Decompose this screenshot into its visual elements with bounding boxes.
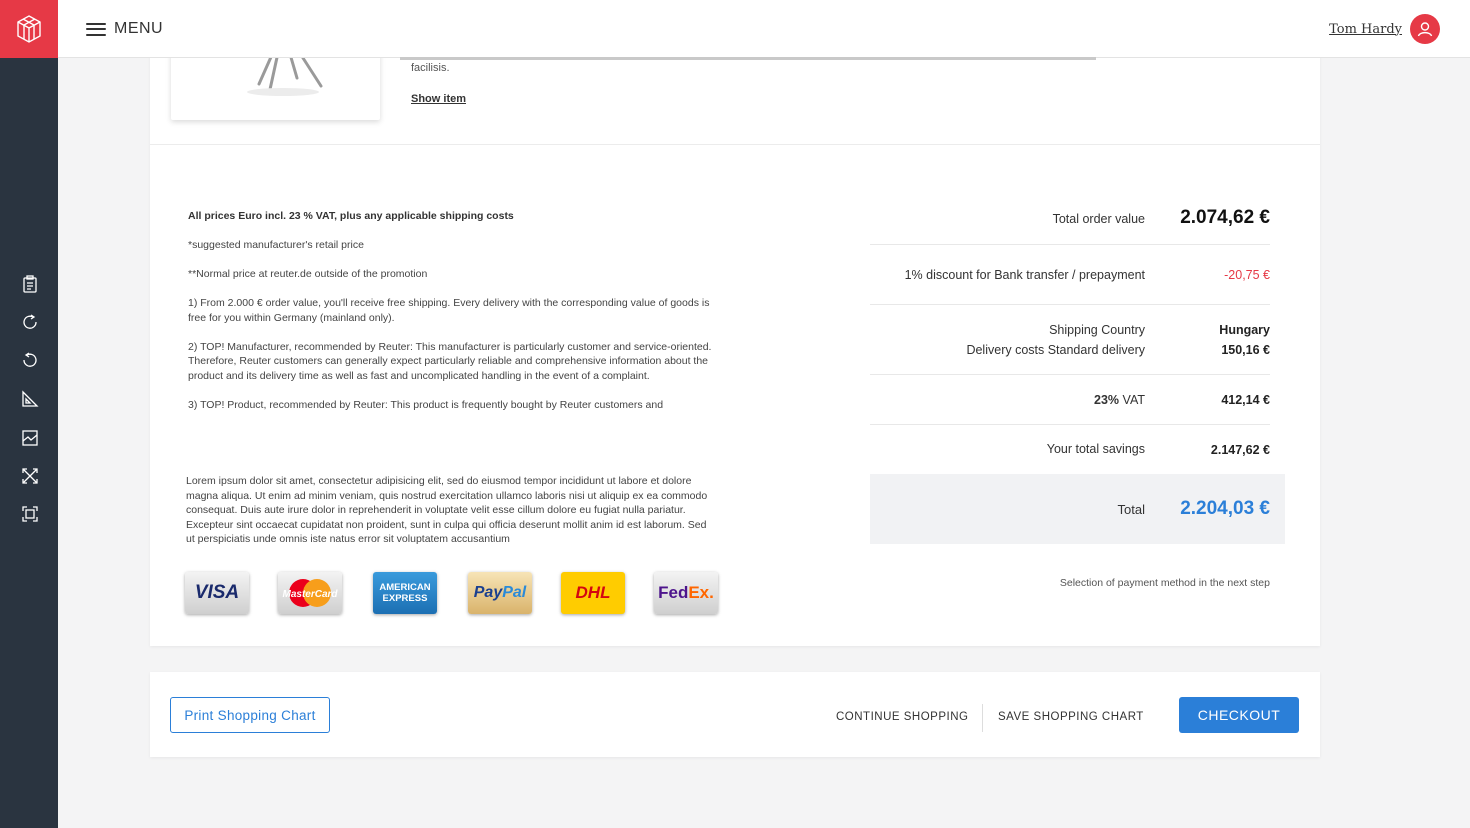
- menu-label: MENU: [114, 20, 164, 37]
- set-square-icon[interactable]: [20, 389, 40, 409]
- payment-method-note: Selection of payment method in the next …: [1059, 577, 1270, 589]
- show-item-link[interactable]: Show item: [411, 93, 466, 105]
- amex-line2: EXPRESS: [382, 593, 428, 604]
- discount-value: -20,75 €: [1224, 268, 1270, 282]
- lorem-text: Lorem ipsum dolor sit amet, consectetur …: [186, 475, 708, 545]
- savings-value: 2.147,62 €: [1210, 443, 1270, 457]
- mastercard-circles-icon: MasterCard: [282, 579, 338, 607]
- print-shopping-chart-button[interactable]: Print Shopping Chart: [170, 697, 330, 733]
- total-order-label: Total order value: [1052, 212, 1145, 226]
- cart-actions: Print Shopping Chart CONTINUE SHOPPING S…: [150, 672, 1320, 757]
- continue-shopping-button[interactable]: CONTINUE SHOPPING: [836, 711, 968, 723]
- paypal-text-b: Pal: [502, 584, 527, 601]
- summary-row-vat: 23% VAT 412,14 €: [870, 375, 1270, 425]
- vat-value: 412,14 €: [1221, 393, 1270, 407]
- clipboard-icon[interactable]: [20, 274, 40, 294]
- fedex-text-b: Ex.: [688, 583, 714, 602]
- user-name-link[interactable]: Tom Hardy: [1329, 22, 1402, 37]
- product-description: facilisis.: [411, 62, 450, 74]
- payment-logos: VISA MasterCard AMERICAN EXPRESS Pay Pal …: [185, 572, 725, 616]
- sidebar: [0, 58, 58, 828]
- delivery-costs-label: Delivery costs Standard delivery: [966, 343, 1145, 357]
- divider: [982, 704, 983, 732]
- hamburger-icon: [86, 22, 106, 36]
- vat-rate: 23%: [1094, 393, 1120, 407]
- redo-icon[interactable]: [20, 312, 40, 332]
- visa-text: VISA: [194, 582, 240, 603]
- summary-row-total-order: Total order value 2.074,62 €: [870, 190, 1270, 245]
- total-label: Total: [1117, 502, 1145, 517]
- expand-arrows-icon[interactable]: [20, 466, 40, 486]
- delivery-costs-value: 150,16 €: [1221, 343, 1270, 357]
- vat-label: 23% VAT: [1094, 393, 1145, 407]
- normal-price-note: **Normal price at reuter.de outside of t…: [188, 268, 428, 280]
- mastercard-logo: MasterCard: [278, 572, 342, 614]
- shipping-country-label: Shipping Country: [1049, 323, 1145, 337]
- menu-button[interactable]: MENU: [86, 20, 163, 38]
- vat-text: VAT: [1122, 393, 1145, 407]
- amex-logo: AMERICAN EXPRESS: [373, 572, 437, 614]
- top-bar: MENU Tom Hardy: [0, 0, 1470, 60]
- cube-logo-icon: [17, 15, 41, 43]
- scroll-indicator: [400, 57, 1096, 60]
- save-shopping-chart-button[interactable]: SAVE SHOPPING CHART: [998, 711, 1144, 723]
- fit-frame-icon[interactable]: [20, 504, 40, 524]
- user-icon: [1417, 22, 1433, 37]
- user-menu[interactable]: Tom Hardy: [1329, 14, 1440, 44]
- summary-row-discount: 1% discount for Bank transfer / prepayme…: [870, 245, 1270, 305]
- total-value: 2.204,03 €: [1180, 498, 1270, 519]
- vat-note: All prices Euro incl. 23 % VAT, plus any…: [188, 210, 514, 222]
- note-top-product: 3) TOP! Product, recommended by Reuter: …: [188, 398, 664, 411]
- amex-line1: AMERICAN: [379, 582, 431, 593]
- note-free-shipping: 1) From 2.000 € order value, you'll rece…: [188, 297, 710, 324]
- msrp-note: *suggested manufacturer's retail price: [188, 239, 364, 251]
- paypal-text-a: Pay: [473, 584, 503, 601]
- checkout-button[interactable]: CHECKOUT: [1179, 697, 1299, 733]
- fedex-logo: Fed Ex.: [654, 572, 718, 614]
- shipping-country-value: Hungary: [1219, 323, 1270, 337]
- visa-logo: VISA: [185, 572, 249, 614]
- discount-label: 1% discount for Bank transfer / prepayme…: [904, 268, 1145, 282]
- divider: [150, 144, 1320, 145]
- note-top-manufacturer: 2) TOP! Manufacturer, recommended by Reu…: [188, 340, 712, 382]
- cart-card: facilisis. Show item All prices Euro inc…: [150, 0, 1320, 646]
- image-frame-icon[interactable]: [20, 428, 40, 448]
- avatar[interactable]: [1410, 14, 1440, 44]
- total-order-value: 2.074,62 €: [1180, 207, 1270, 228]
- paypal-logo: Pay Pal: [468, 572, 532, 614]
- price-notes: All prices Euro incl. 23 % VAT, plus any…: [188, 209, 718, 427]
- mastercard-text: MasterCard: [282, 589, 338, 600]
- fedex-text-a: Fed: [658, 583, 689, 602]
- brand-logo[interactable]: [0, 0, 58, 58]
- dhl-text: DHL: [575, 583, 611, 602]
- summary-row-savings: Your total savings 2.147,62 €: [870, 425, 1270, 475]
- undo-icon[interactable]: [20, 350, 40, 370]
- summary-row-shipping: Shipping Country Hungary Delivery costs …: [870, 305, 1270, 375]
- total-box: Total 2.204,03 €: [870, 474, 1285, 544]
- dhl-logo: DHL: [561, 572, 625, 614]
- savings-label: Your total savings: [1046, 442, 1145, 456]
